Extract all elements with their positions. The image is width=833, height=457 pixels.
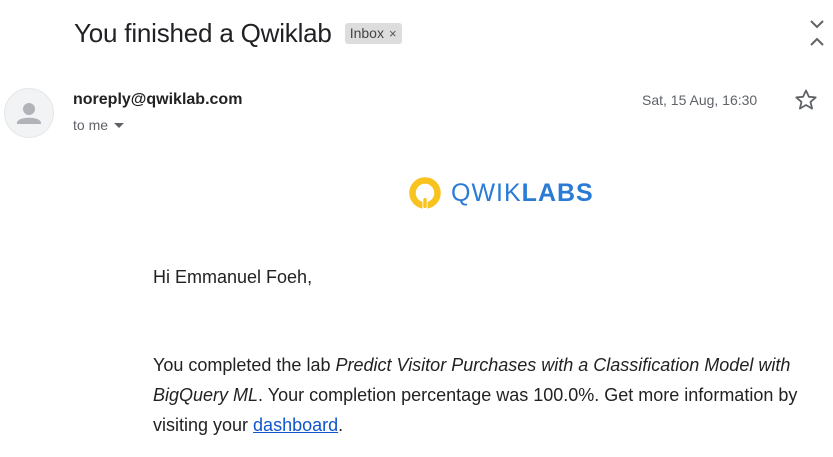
label-text: Inbox [349,25,384,41]
email-date: Sat, 15 Aug, 16:30 [642,92,758,108]
message-prefix: You completed the lab [153,355,336,375]
qwiklabs-logo: QWIKLABS [408,176,594,210]
sender-avatar [4,88,54,138]
greeting: Hi Emmanuel Foeh, [153,267,313,287]
logo-wordmark-part1: QWIK [451,178,522,207]
sender-address[interactable]: noreply@qwiklab.com [73,91,242,109]
subject-row: You finished a Qwiklab Inbox × [74,18,402,49]
inbox-label-chip[interactable]: Inbox × [344,23,402,44]
recipient-label: to me [73,117,109,133]
star-outline-icon[interactable] [794,88,818,112]
recipient-row[interactable]: to me [73,117,125,133]
message-suffix: . [338,415,344,435]
qwiklabs-logo-icon [409,177,441,209]
logo-wordmark: QWIKLABS [451,179,594,208]
caret-down-icon[interactable] [114,122,125,128]
dashboard-link[interactable]: dashboard [253,415,338,435]
remove-label-icon[interactable]: × [389,26,397,41]
expand-collapse-icon[interactable] [806,18,828,48]
email-subject: You finished a Qwiklab [74,18,332,48]
person-avatar-icon [17,103,41,124]
logo-wordmark-part2: LABS [521,178,594,207]
completion-message: You completed the lab Predict Visitor Pu… [153,350,828,440]
